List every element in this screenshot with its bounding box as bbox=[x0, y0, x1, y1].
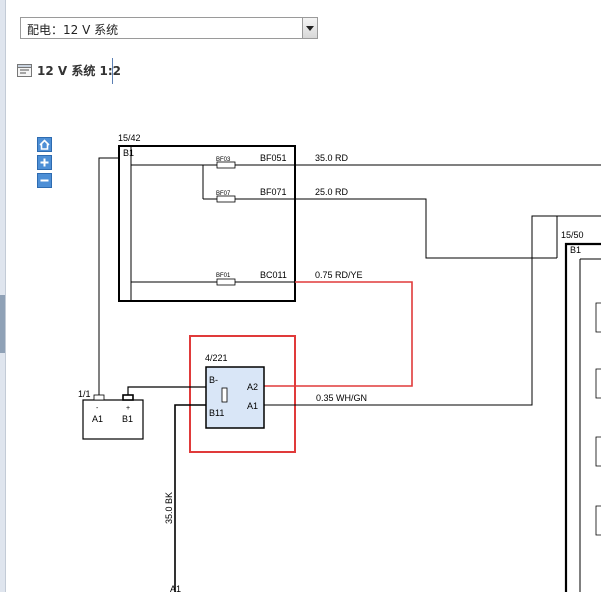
battery-pin-label: A1 bbox=[92, 414, 103, 424]
wire[interactable] bbox=[295, 198, 557, 259]
module-pin-label: B11 bbox=[209, 408, 224, 418]
fuse-symbol[interactable] bbox=[216, 278, 236, 286]
wire-label: 35.0 RD bbox=[315, 153, 349, 163]
shunt-symbol bbox=[221, 387, 228, 403]
battery-terminal-sign: + bbox=[126, 405, 130, 412]
wire[interactable] bbox=[98, 157, 119, 395]
fuse-label: BF07 bbox=[216, 191, 231, 197]
right-box-frame[interactable] bbox=[564, 242, 601, 592]
terminal-label: BF071 bbox=[260, 187, 287, 197]
fuse-label: BF01 bbox=[216, 273, 231, 279]
terminal-label: BC011 bbox=[260, 270, 287, 280]
wire-label: 0.75 RD/YE bbox=[315, 270, 363, 280]
wiring-diagram[interactable]: 15/42 B1 BF03 BF07 BF01 BF051 BF071 BC01… bbox=[0, 0, 601, 592]
battery-pin-label: B1 bbox=[122, 414, 133, 424]
right-box-pin: B1 bbox=[570, 245, 581, 255]
wire[interactable] bbox=[127, 386, 206, 395]
fuse-box-id: 15/42 bbox=[118, 133, 141, 143]
wire-label: 25.0 RD bbox=[315, 187, 349, 197]
module-pin-label: A1 bbox=[247, 401, 258, 411]
module-pin-label: A2 bbox=[247, 382, 258, 392]
wire[interactable] bbox=[264, 215, 601, 406]
module-pin-label: B- bbox=[209, 375, 218, 385]
wire-label: 35.0 BK bbox=[164, 492, 174, 524]
fuse-label: BF03 bbox=[216, 157, 231, 163]
terminal-label: BF051 bbox=[260, 153, 287, 163]
battery-id: 1/1 bbox=[78, 389, 91, 399]
module-id: 4/221 bbox=[205, 353, 228, 363]
right-box-id: 15/50 bbox=[561, 230, 584, 240]
terminal-label: A1 bbox=[170, 584, 181, 592]
wire-label: 0.35 WH/GN bbox=[316, 393, 367, 403]
fuse-box-pin: B1 bbox=[123, 148, 134, 158]
highlighted-wire[interactable] bbox=[264, 281, 413, 387]
